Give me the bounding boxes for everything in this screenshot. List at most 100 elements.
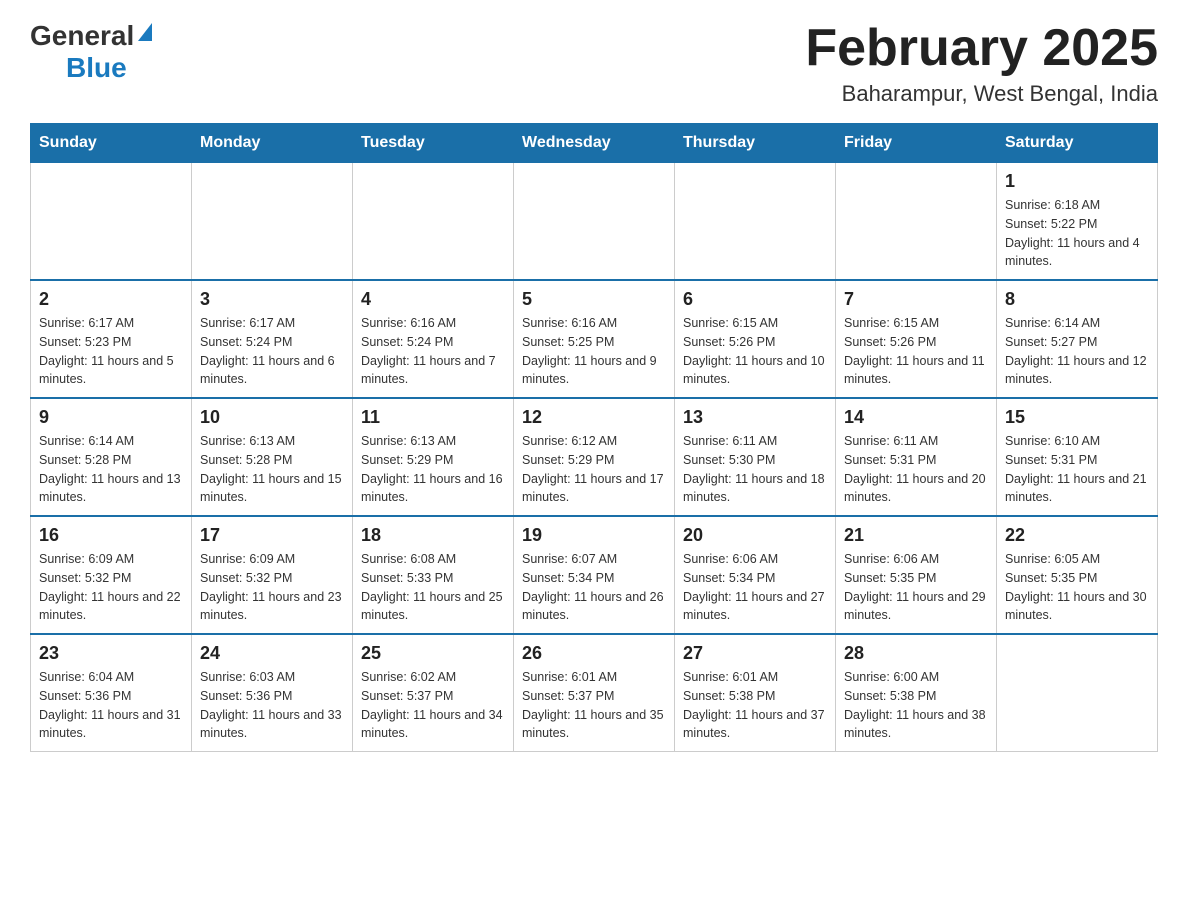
calendar-cell: 11Sunrise: 6:13 AMSunset: 5:29 PMDayligh… xyxy=(353,398,514,516)
day-number: 1 xyxy=(1005,171,1149,192)
calendar-cell: 19Sunrise: 6:07 AMSunset: 5:34 PMDayligh… xyxy=(514,516,675,634)
day-info: Sunrise: 6:16 AMSunset: 5:24 PMDaylight:… xyxy=(361,314,505,389)
calendar-cell: 25 Sunrise: 6:02 AMSunset: 5:37 PMDayligh… xyxy=(353,634,514,752)
page-header: General Blue February 2025 Baharampur, W… xyxy=(30,20,1158,107)
day-number: 11 xyxy=(361,407,505,428)
calendar-cell: 28 Sunrise: 6:00 AMSunset: 5:38 PMDayligh… xyxy=(836,634,997,752)
day-number: 20 xyxy=(683,525,827,546)
day-number: 6 xyxy=(683,289,827,310)
calendar-cell: 20 Sunrise: 6:06 AMSunset: 5:34 PMDayligh… xyxy=(675,516,836,634)
day-number: 3 xyxy=(200,289,344,310)
header-tuesday: Tuesday xyxy=(353,124,514,163)
calendar-cell: 21 Sunrise: 6:06 AMSunset: 5:35 PMDayligh… xyxy=(836,516,997,634)
logo: General Blue xyxy=(30,20,152,84)
day-number: 19 xyxy=(522,525,666,546)
day-info: Sunrise: 6:01 AMSunset: 5:38 PMDaylight:… xyxy=(683,668,827,743)
day-info: Sunrise: 6:02 AMSunset: 5:37 PMDaylight:… xyxy=(361,668,505,743)
day-info: Sunrise: 6:06 AMSunset: 5:34 PMDaylight:… xyxy=(683,550,827,625)
day-info: Sunrise: 6:18 AMSunset: 5:22 PMDaylight:… xyxy=(1005,196,1149,271)
day-number: 13 xyxy=(683,407,827,428)
calendar-cell xyxy=(836,163,997,281)
day-number: 12 xyxy=(522,407,666,428)
calendar-cell: 3 Sunrise: 6:17 AMSunset: 5:24 PMDaylight… xyxy=(192,280,353,398)
day-number: 18 xyxy=(361,525,505,546)
day-info: Sunrise: 6:14 AMSunset: 5:28 PMDaylight:… xyxy=(39,432,183,507)
calendar-cell: 23 Sunrise: 6:04 AMSunset: 5:36 PMDayligh… xyxy=(31,634,192,752)
calendar-cell xyxy=(997,634,1158,752)
header-friday: Friday xyxy=(836,124,997,163)
calendar-table: SundayMondayTuesdayWednesdayThursdayFrid… xyxy=(30,123,1158,752)
header-thursday: Thursday xyxy=(675,124,836,163)
calendar-cell: 15 Sunrise: 6:10 AMSunset: 5:31 PMDayligh… xyxy=(997,398,1158,516)
day-info: Sunrise: 6:17 AMSunset: 5:24 PMDaylight:… xyxy=(200,314,344,389)
day-number: 14 xyxy=(844,407,988,428)
calendar-cell: 7Sunrise: 6:15 AMSunset: 5:26 PMDaylight… xyxy=(836,280,997,398)
day-number: 5 xyxy=(522,289,666,310)
day-number: 28 xyxy=(844,643,988,664)
calendar-cell: 17 Sunrise: 6:09 AMSunset: 5:32 PMDayligh… xyxy=(192,516,353,634)
week-row-2: 9 Sunrise: 6:14 AMSunset: 5:28 PMDaylight… xyxy=(31,398,1158,516)
calendar-cell: 1 Sunrise: 6:18 AMSunset: 5:22 PMDaylight… xyxy=(997,163,1158,281)
calendar-cell: 4 Sunrise: 6:16 AMSunset: 5:24 PMDaylight… xyxy=(353,280,514,398)
logo-triangle-icon xyxy=(138,23,152,41)
calendar-cell: 24Sunrise: 6:03 AMSunset: 5:36 PMDayligh… xyxy=(192,634,353,752)
day-info: Sunrise: 6:01 AMSunset: 5:37 PMDaylight:… xyxy=(522,668,666,743)
logo-general-text: General xyxy=(30,20,134,52)
day-info: Sunrise: 6:00 AMSunset: 5:38 PMDaylight:… xyxy=(844,668,988,743)
day-info: Sunrise: 6:06 AMSunset: 5:35 PMDaylight:… xyxy=(844,550,988,625)
calendar-cell: 12 Sunrise: 6:12 AMSunset: 5:29 PMDayligh… xyxy=(514,398,675,516)
day-number: 16 xyxy=(39,525,183,546)
day-number: 10 xyxy=(200,407,344,428)
calendar-cell: 5 Sunrise: 6:16 AMSunset: 5:25 PMDaylight… xyxy=(514,280,675,398)
calendar-cell: 2 Sunrise: 6:17 AMSunset: 5:23 PMDaylight… xyxy=(31,280,192,398)
calendar-cell: 10 Sunrise: 6:13 AMSunset: 5:28 PMDayligh… xyxy=(192,398,353,516)
calendar-cell: 9 Sunrise: 6:14 AMSunset: 5:28 PMDaylight… xyxy=(31,398,192,516)
day-number: 27 xyxy=(683,643,827,664)
title-area: February 2025 Baharampur, West Bengal, I… xyxy=(805,20,1158,107)
day-number: 26 xyxy=(522,643,666,664)
day-info: Sunrise: 6:14 AMSunset: 5:27 PMDaylight:… xyxy=(1005,314,1149,389)
week-row-0: 1 Sunrise: 6:18 AMSunset: 5:22 PMDaylight… xyxy=(31,163,1158,281)
calendar-cell: 13 Sunrise: 6:11 AMSunset: 5:30 PMDayligh… xyxy=(675,398,836,516)
day-info: Sunrise: 6:10 AMSunset: 5:31 PMDaylight:… xyxy=(1005,432,1149,507)
day-info: Sunrise: 6:11 AMSunset: 5:31 PMDaylight:… xyxy=(844,432,988,507)
day-number: 23 xyxy=(39,643,183,664)
week-row-1: 2 Sunrise: 6:17 AMSunset: 5:23 PMDaylight… xyxy=(31,280,1158,398)
header-sunday: Sunday xyxy=(31,124,192,163)
header-row: SundayMondayTuesdayWednesdayThursdayFrid… xyxy=(31,124,1158,163)
calendar-cell: 22Sunrise: 6:05 AMSunset: 5:35 PMDayligh… xyxy=(997,516,1158,634)
day-number: 24 xyxy=(200,643,344,664)
day-info: Sunrise: 6:15 AMSunset: 5:26 PMDaylight:… xyxy=(844,314,988,389)
calendar-cell xyxy=(192,163,353,281)
day-number: 25 xyxy=(361,643,505,664)
day-info: Sunrise: 6:12 AMSunset: 5:29 PMDaylight:… xyxy=(522,432,666,507)
header-wednesday: Wednesday xyxy=(514,124,675,163)
day-number: 8 xyxy=(1005,289,1149,310)
day-number: 15 xyxy=(1005,407,1149,428)
logo-blue-text: Blue xyxy=(66,52,127,84)
day-info: Sunrise: 6:08 AMSunset: 5:33 PMDaylight:… xyxy=(361,550,505,625)
calendar-cell xyxy=(675,163,836,281)
day-info: Sunrise: 6:04 AMSunset: 5:36 PMDaylight:… xyxy=(39,668,183,743)
day-info: Sunrise: 6:09 AMSunset: 5:32 PMDaylight:… xyxy=(200,550,344,625)
day-info: Sunrise: 6:09 AMSunset: 5:32 PMDaylight:… xyxy=(39,550,183,625)
calendar-cell: 26 Sunrise: 6:01 AMSunset: 5:37 PMDayligh… xyxy=(514,634,675,752)
week-row-3: 16 Sunrise: 6:09 AMSunset: 5:32 PMDayligh… xyxy=(31,516,1158,634)
calendar-cell: 14 Sunrise: 6:11 AMSunset: 5:31 PMDayligh… xyxy=(836,398,997,516)
calendar-cell xyxy=(353,163,514,281)
calendar-cell: 8 Sunrise: 6:14 AMSunset: 5:27 PMDaylight… xyxy=(997,280,1158,398)
day-info: Sunrise: 6:15 AMSunset: 5:26 PMDaylight:… xyxy=(683,314,827,389)
day-info: Sunrise: 6:11 AMSunset: 5:30 PMDaylight:… xyxy=(683,432,827,507)
day-info: Sunrise: 6:17 AMSunset: 5:23 PMDaylight:… xyxy=(39,314,183,389)
day-number: 2 xyxy=(39,289,183,310)
calendar-cell: 27 Sunrise: 6:01 AMSunset: 5:38 PMDayligh… xyxy=(675,634,836,752)
day-info: Sunrise: 6:16 AMSunset: 5:25 PMDaylight:… xyxy=(522,314,666,389)
day-number: 22 xyxy=(1005,525,1149,546)
day-number: 21 xyxy=(844,525,988,546)
calendar-cell: 6 Sunrise: 6:15 AMSunset: 5:26 PMDaylight… xyxy=(675,280,836,398)
day-info: Sunrise: 6:13 AMSunset: 5:28 PMDaylight:… xyxy=(200,432,344,507)
day-number: 17 xyxy=(200,525,344,546)
calendar-subtitle: Baharampur, West Bengal, India xyxy=(805,81,1158,107)
day-number: 4 xyxy=(361,289,505,310)
day-number: 9 xyxy=(39,407,183,428)
